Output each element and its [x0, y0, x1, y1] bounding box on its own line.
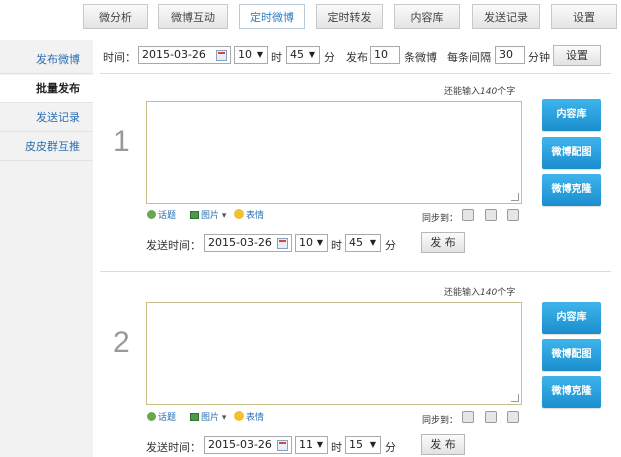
minute-unit-label: 分: [385, 239, 396, 252]
sidebar-item-batch-publish[interactable]: 批量发布: [0, 75, 93, 103]
sidebar-item-send-records[interactable]: 发送记录: [0, 104, 93, 132]
image-tool[interactable]: 图片 ▾: [190, 410, 226, 423]
top-navigation: 微分析 微博互动 定时微博 定时转发 内容库 发送记录 设置: [0, 0, 621, 34]
settings-apply-button[interactable]: 设置: [553, 45, 601, 66]
sync-label: 同步到：: [422, 214, 459, 224]
send-date-value: 2015-03-26: [208, 236, 272, 249]
sync-platform-icon[interactable]: [485, 411, 497, 423]
dropdown-arrow-icon: ▼: [316, 440, 323, 449]
dropdown-arrow-icon: ▼: [256, 50, 263, 59]
minute-unit-label: 分: [385, 441, 396, 454]
resize-handle-icon[interactable]: [511, 193, 519, 201]
hour-unit-label: 时: [271, 51, 282, 64]
start-minute-select[interactable]: 45 ▼: [286, 46, 320, 64]
send-time-label: 发送时间：: [146, 239, 201, 252]
hour-unit-label: 时: [331, 441, 342, 454]
dropdown-arrow-icon: ▼: [316, 238, 323, 247]
sync-label: 同步到：: [422, 416, 459, 426]
sync-platform-icon[interactable]: [462, 411, 474, 423]
remaining-chars-text: 还能输入140个字: [444, 288, 516, 298]
send-date-input[interactable]: 2015-03-26: [204, 234, 292, 252]
dropdown-arrow-icon: ▼: [369, 440, 376, 449]
start-date-value: 2015-03-26: [142, 48, 206, 61]
post-content-textarea[interactable]: [146, 302, 522, 405]
weibo-image-button[interactable]: 微博配图: [542, 137, 601, 169]
post-content-textarea[interactable]: [146, 101, 522, 204]
sync-platform-icon[interactable]: [462, 209, 474, 221]
sync-platform-icon[interactable]: [507, 209, 519, 221]
topic-icon: [147, 210, 156, 219]
send-hour-select[interactable]: 11 ▼: [295, 436, 328, 454]
tab-settings[interactable]: 设置: [551, 4, 617, 29]
send-minute-value: 45: [349, 236, 363, 249]
post-index-number: 1: [113, 125, 130, 158]
weibo-clone-button[interactable]: 微博克隆: [542, 174, 601, 206]
start-hour-select[interactable]: 10 ▼: [234, 46, 268, 64]
interval-unit-label: 分钟: [528, 51, 550, 64]
calendar-icon[interactable]: [216, 50, 227, 61]
sidebar-item-pipi-group[interactable]: 皮皮群互推: [0, 133, 93, 161]
publish-count-unit: 条微博: [404, 51, 437, 64]
sync-platform-icon[interactable]: [507, 411, 519, 423]
weibo-clone-button[interactable]: 微博克隆: [542, 376, 601, 408]
start-hour-value: 10: [238, 48, 252, 61]
tab-content-library[interactable]: 内容库: [394, 4, 460, 29]
send-hour-value: 10: [299, 236, 313, 249]
topic-tool[interactable]: 话题: [147, 208, 176, 221]
time-label: 时间：: [103, 51, 136, 64]
sync-platform-icon[interactable]: [485, 209, 497, 221]
emotion-tool[interactable]: 表情: [234, 208, 264, 221]
send-time-label: 发送时间：: [146, 441, 201, 454]
emotion-icon: [234, 209, 244, 219]
calendar-icon[interactable]: [277, 238, 288, 249]
send-minute-select[interactable]: 45 ▼: [345, 234, 381, 252]
start-minute-value: 45: [290, 48, 304, 61]
publish-button[interactable]: 发 布: [421, 232, 465, 253]
topic-tool[interactable]: 话题: [147, 410, 176, 423]
send-hour-select[interactable]: 10 ▼: [295, 234, 328, 252]
calendar-icon[interactable]: [277, 440, 288, 451]
dropdown-arrow-icon: ▼: [308, 50, 315, 59]
emotion-tool[interactable]: 表情: [234, 410, 264, 423]
tab-send-records[interactable]: 发送记录: [472, 4, 540, 29]
publish-count-input[interactable]: 10: [370, 46, 400, 64]
tab-scheduled-repost[interactable]: 定时转发: [316, 4, 383, 29]
topic-icon: [147, 412, 156, 421]
publish-count-label: 发布: [346, 51, 368, 64]
tab-weibo-analysis[interactable]: 微分析: [83, 4, 148, 29]
weibo-image-button[interactable]: 微博配图: [542, 339, 601, 371]
post-index-number: 2: [113, 326, 130, 359]
tab-weibo-interaction[interactable]: 微博互动: [158, 4, 228, 29]
resize-handle-icon[interactable]: [511, 394, 519, 402]
send-date-input[interactable]: 2015-03-26: [204, 436, 292, 454]
content-library-button[interactable]: 内容库: [542, 99, 601, 131]
send-date-value: 2015-03-26: [208, 438, 272, 451]
send-hour-value: 11: [299, 438, 313, 451]
content-library-button[interactable]: 内容库: [542, 302, 601, 334]
interval-input[interactable]: 30: [495, 46, 525, 64]
hour-unit-label: 时: [331, 239, 342, 252]
publish-button[interactable]: 发 布: [421, 434, 465, 455]
send-minute-value: 15: [349, 438, 363, 451]
image-icon: [190, 211, 199, 219]
image-tool[interactable]: 图片 ▾: [190, 208, 226, 221]
emotion-icon: [234, 411, 244, 421]
image-icon: [190, 413, 199, 421]
dropdown-arrow-icon: ▼: [369, 238, 376, 247]
divider: [100, 73, 611, 74]
tab-scheduled-weibo[interactable]: 定时微博: [239, 4, 305, 29]
start-date-input[interactable]: 2015-03-26: [138, 46, 231, 64]
interval-label: 每条间隔: [447, 51, 491, 64]
send-minute-select[interactable]: 15 ▼: [345, 436, 381, 454]
minute-unit-label: 分: [324, 51, 335, 64]
sidebar-item-publish-weibo[interactable]: 发布微博: [0, 46, 93, 74]
sidebar: 发布微博 批量发布 发送记录 皮皮群互推: [0, 40, 93, 457]
divider: [100, 271, 611, 272]
remaining-chars-text: 还能输入140个字: [444, 87, 516, 97]
